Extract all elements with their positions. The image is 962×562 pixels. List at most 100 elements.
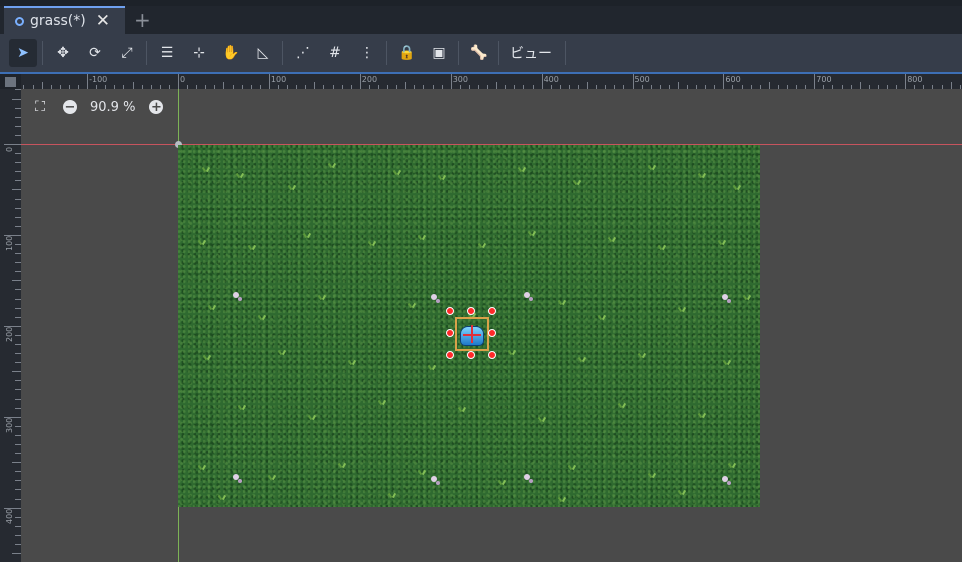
ruler-tick (723, 74, 725, 89)
resize-handle-bottom[interactable] (467, 351, 475, 359)
zoom-center-icon[interactable]: ⛶ (31, 99, 49, 115)
ruler-label: 500 (634, 75, 650, 84)
resize-handle-left[interactable] (446, 329, 454, 337)
ruler-tick (950, 82, 952, 89)
grass-tuft (558, 497, 566, 502)
canvas-viewport[interactable]: ⛶ − 90.9 % + (21, 89, 962, 562)
ruler-tick (541, 74, 543, 89)
horizontal-ruler[interactable]: -100 0 100 200 300 400 500 600 700 800 (21, 72, 962, 89)
grass-tuft (638, 353, 646, 358)
ruler-tick (12, 462, 21, 464)
plus-icon[interactable]: + (134, 9, 151, 31)
flower-decoration (523, 291, 533, 301)
ruler-tick (12, 189, 21, 191)
grass-tuft (743, 295, 751, 300)
grass-tuft (338, 463, 346, 468)
grass-tuft (578, 357, 586, 362)
grass-tuft (238, 405, 246, 410)
ruler-tick (314, 82, 316, 89)
zoom-out-icon[interactable]: − (63, 100, 77, 114)
ruler-tick (12, 371, 21, 373)
canvas-toolbar: ➤ ✥ ⟳ ⤢ ☰ ⊹ ✋ ◺ ⋰ # ⋮ 🔒 ▣ 🦴 ビュー (0, 34, 962, 72)
grass-tuft (648, 473, 656, 478)
ruler-tick (12, 553, 21, 555)
resize-handle-bottom-right[interactable] (488, 351, 496, 359)
ruler-tick (496, 82, 498, 89)
close-icon[interactable]: ✕ (96, 12, 110, 30)
grass-tuft (348, 360, 356, 365)
ruler-tool[interactable]: ◺ (249, 39, 277, 67)
scene-tab-grass[interactable]: grass(*) ✕ (4, 6, 125, 34)
grass-tuft (418, 235, 426, 240)
ruler-label: 0 (180, 75, 186, 84)
pivot-tool[interactable]: ⊹ (185, 39, 213, 67)
grass-tuft (318, 295, 326, 300)
grass-tuft (568, 465, 576, 470)
ruler-tick (359, 74, 361, 89)
grass-tuft (328, 163, 336, 168)
select-tool[interactable]: ➤ (9, 39, 37, 67)
snap-options-menu[interactable]: ⋮ (353, 39, 381, 67)
grass-tuft (458, 407, 466, 412)
flower-decoration (523, 473, 533, 483)
grass-tuft (658, 245, 666, 250)
grass-tuft (698, 413, 706, 418)
grass-tuft (618, 403, 626, 408)
zoom-level[interactable]: 90.9 % (90, 100, 135, 115)
ruler-tick (4, 144, 21, 145)
grass-tuft (528, 231, 536, 236)
ruler-corner-box (5, 77, 16, 87)
ruler-tick (768, 82, 770, 89)
grass-tuft (378, 400, 386, 405)
ruler-label: 200 (5, 326, 14, 342)
resize-handle-bottom-left[interactable] (446, 351, 454, 359)
skeleton-tool[interactable]: 🦴 (465, 39, 493, 67)
grass-tuft (198, 465, 206, 470)
resize-handle-right[interactable] (488, 329, 496, 337)
rotate-tool[interactable]: ⟳ (81, 39, 109, 67)
toolbar-separator (282, 41, 283, 65)
ruler-tick (405, 82, 407, 89)
ruler-label: 0 (5, 146, 14, 152)
grass-tuft (608, 237, 616, 242)
pivot-cross-vertical (471, 325, 473, 343)
toolbar-separator (146, 41, 147, 65)
move-tool[interactable]: ✥ (49, 39, 77, 67)
ruler-tick (12, 280, 21, 282)
ruler-tick (268, 74, 270, 89)
group-tool[interactable]: ▣ (425, 39, 453, 67)
ruler-tick (859, 82, 861, 89)
zoom-in-icon[interactable]: + (149, 100, 164, 114)
grass-tuft (573, 180, 581, 185)
grass-tuft (733, 185, 741, 190)
list-select-tool[interactable]: ☰ (153, 39, 181, 67)
smart-snap-toggle[interactable]: ⋰ (289, 39, 317, 67)
ruler-tick (632, 74, 634, 89)
toolbar-separator (458, 41, 459, 65)
resize-handle-top[interactable] (467, 307, 475, 315)
grass-tuft (508, 350, 516, 355)
grass-tuft (388, 493, 396, 498)
scale-tool[interactable]: ⤢ (113, 39, 141, 67)
resize-handle-top-right[interactable] (488, 307, 496, 315)
resize-handle-top-left[interactable] (446, 307, 454, 315)
ruler-tick (814, 74, 816, 89)
grass-tuft (258, 315, 266, 320)
toolbar-separator (565, 41, 566, 65)
grass-tuft (428, 365, 436, 370)
view-menu-button[interactable]: ビュー (504, 39, 558, 67)
vertical-ruler[interactable]: 0 100 200 300 400 (0, 89, 21, 562)
grid-snap-toggle[interactable]: # (321, 39, 349, 67)
grass-tuft (723, 360, 731, 365)
selected-gem-sprite[interactable] (455, 317, 489, 351)
toolbar-separator (498, 41, 499, 65)
pan-tool[interactable]: ✋ (217, 39, 245, 67)
grass-tuft (718, 240, 726, 245)
flower-decoration (430, 293, 440, 303)
grass-tuft (236, 173, 244, 178)
grass-tuft (218, 495, 226, 500)
lock-tool[interactable]: 🔒 (393, 39, 421, 67)
grass-tuft (393, 170, 401, 175)
grass-tuft (408, 303, 416, 308)
grass-tuft (728, 463, 736, 468)
